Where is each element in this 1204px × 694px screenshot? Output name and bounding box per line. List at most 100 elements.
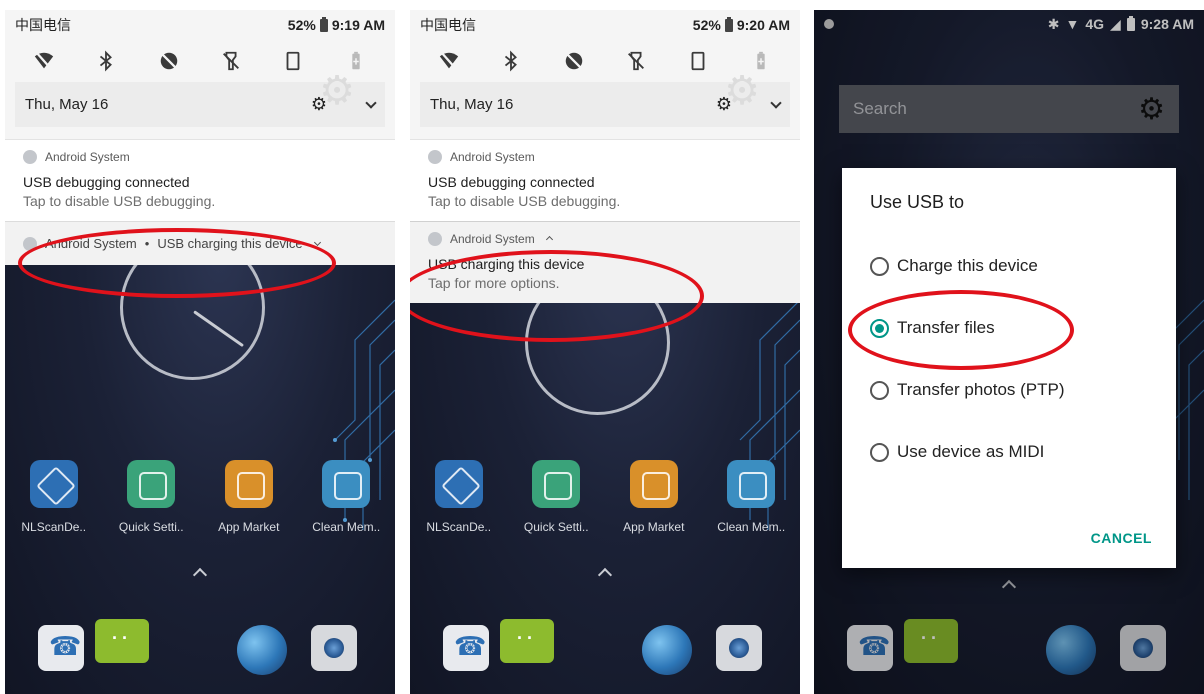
- option-transfer-photos[interactable]: Transfer photos (PTP): [870, 359, 1148, 421]
- expand-chevron-icon[interactable]: [313, 238, 321, 247]
- camera-icon[interactable]: [716, 625, 762, 671]
- shopping-bag-icon: [224, 460, 273, 508]
- app-label: App Market: [218, 520, 280, 534]
- wifi-off-icon[interactable]: [436, 48, 462, 74]
- flashlight-off-icon[interactable]: [218, 48, 244, 74]
- portrait-icon[interactable]: [685, 48, 711, 74]
- quick-settings-row: [5, 40, 395, 82]
- messaging-icon[interactable]: [95, 619, 149, 663]
- android-system-icon: [428, 232, 442, 246]
- chevron-down-icon[interactable]: [365, 96, 377, 109]
- app-row: NLScanDe.. Quick Setti.. App Market Clea…: [410, 460, 800, 534]
- browser-globe-icon[interactable]: [237, 625, 287, 675]
- radio-button-selected[interactable]: [870, 318, 889, 338]
- quick-settings-row: [410, 40, 800, 82]
- app-label: Quick Setti..: [118, 520, 184, 534]
- notification-usb-charging-expanded[interactable]: Android System USB charging this device …: [410, 221, 800, 303]
- phone-dialer-icon[interactable]: [443, 625, 489, 671]
- app-clean-memory[interactable]: Clean Mem..: [301, 460, 391, 534]
- portrait-icon[interactable]: [280, 48, 306, 74]
- cancel-button[interactable]: CANCEL: [1091, 530, 1152, 546]
- shopping-bag-icon: [629, 460, 678, 508]
- battery-percent: 52%: [692, 17, 721, 33]
- notif-title: USB debugging connected: [23, 174, 190, 190]
- dock: [5, 615, 395, 685]
- notification-shade: 中国电信 52% 9:19 AM ⚙ Thu, May 16 ⚙ Android …: [5, 10, 395, 265]
- quick-settings-icon: [127, 460, 176, 508]
- clock-hand: [193, 310, 245, 348]
- radio-button[interactable]: [870, 256, 889, 276]
- broom-icon: [727, 460, 776, 508]
- app-clean-memory[interactable]: Clean Mem..: [706, 460, 796, 534]
- chevron-down-icon[interactable]: [770, 96, 782, 109]
- separator: •: [144, 236, 150, 251]
- app-quick-settings[interactable]: Quick Setti..: [106, 460, 196, 534]
- phone-dialer-icon[interactable]: [38, 625, 84, 671]
- app-label: Clean Mem..: [717, 520, 786, 534]
- date-row: ⚙ Thu, May 16 ⚙: [420, 69, 790, 127]
- notification-shade: 中国电信 52% 9:20 AM ⚙ Thu, May 16 ⚙ Android …: [410, 10, 800, 303]
- option-label: Transfer photos (PTP): [897, 380, 1065, 399]
- notif-text: Tap for more options.: [428, 275, 560, 291]
- option-transfer-files[interactable]: Transfer files: [870, 297, 1148, 359]
- notification-usb-debugging[interactable]: Android System USB debugging connected T…: [5, 139, 395, 221]
- bluetooth-icon[interactable]: [93, 48, 119, 74]
- dnd-icon[interactable]: [561, 48, 587, 74]
- notif-text: Tap to disable USB debugging.: [23, 193, 216, 209]
- app-quick-settings[interactable]: Quick Setti..: [511, 460, 601, 534]
- notif-title: USB debugging connected: [428, 174, 595, 190]
- battery-saver-icon[interactable]: [748, 48, 774, 74]
- radio-button[interactable]: [870, 442, 889, 462]
- notif-text: Tap to disable USB debugging.: [428, 193, 621, 209]
- android-system-icon: [23, 236, 37, 251]
- dialog-title: Use USB to: [870, 192, 965, 212]
- date-row: ⚙ Thu, May 16 ⚙: [15, 69, 385, 127]
- battery-icon: [724, 16, 733, 32]
- app-label: App Market: [623, 520, 685, 534]
- option-midi[interactable]: Use device as MIDI: [870, 421, 1148, 483]
- quick-settings-icon: [532, 460, 581, 508]
- collapse-chevron-icon[interactable]: [545, 235, 553, 244]
- option-charge[interactable]: Charge this device: [870, 235, 1148, 297]
- option-label: Use device as MIDI: [897, 442, 1045, 461]
- app-market[interactable]: App Market: [609, 460, 699, 534]
- camera-icon[interactable]: [311, 625, 357, 671]
- bluetooth-icon[interactable]: [498, 48, 524, 74]
- carrier-name: 中国电信: [420, 17, 476, 33]
- phone-screen-3: ✱ ▼ 4G ◢ 9:28 AM Search ⚙ Use USB to Cha…: [814, 10, 1204, 694]
- app-label: Clean Mem..: [312, 520, 381, 534]
- app-row: NLScanDe.. Quick Setti.. App Market Clea…: [5, 460, 395, 534]
- nlscan-icon: [434, 460, 483, 508]
- notif-app-name: Android System: [45, 236, 137, 251]
- radio-button[interactable]: [870, 380, 889, 400]
- nlscan-icon: [29, 460, 78, 508]
- android-system-icon: [428, 150, 442, 164]
- app-label: Quick Setti..: [523, 520, 589, 534]
- battery-icon: [319, 16, 328, 32]
- notif-summary: USB charging this device: [157, 236, 303, 251]
- android-system-icon: [23, 150, 37, 164]
- notification-usb-debugging[interactable]: Android System USB debugging connected T…: [410, 139, 800, 221]
- option-label: Charge this device: [897, 256, 1038, 275]
- battery-percent: 52%: [287, 17, 316, 33]
- app-nlscan[interactable]: NLScanDe..: [414, 460, 504, 534]
- app-nlscan[interactable]: NLScanDe..: [9, 460, 99, 534]
- date-text: Thu, May 16: [25, 96, 109, 113]
- messaging-icon[interactable]: [500, 619, 554, 663]
- flashlight-off-icon[interactable]: [623, 48, 649, 74]
- battery-saver-icon[interactable]: [343, 48, 369, 74]
- phone-screen-1: NLScanDe.. Quick Setti.. App Market Clea…: [5, 10, 395, 694]
- wifi-off-icon[interactable]: [31, 48, 57, 74]
- usb-mode-dialog: Use USB to Charge this device Transfer f…: [842, 168, 1176, 568]
- settings-gear-icon[interactable]: ⚙: [716, 94, 732, 115]
- browser-globe-icon[interactable]: [642, 625, 692, 675]
- notif-app-name: Android System: [450, 232, 535, 246]
- notification-usb-charging-collapsed[interactable]: Android System • USB charging this devic…: [5, 221, 395, 265]
- dnd-icon[interactable]: [156, 48, 182, 74]
- notif-app-name: Android System: [450, 150, 535, 164]
- app-market[interactable]: App Market: [204, 460, 294, 534]
- settings-gear-icon[interactable]: ⚙: [311, 94, 327, 115]
- carrier-name: 中国电信: [15, 17, 71, 33]
